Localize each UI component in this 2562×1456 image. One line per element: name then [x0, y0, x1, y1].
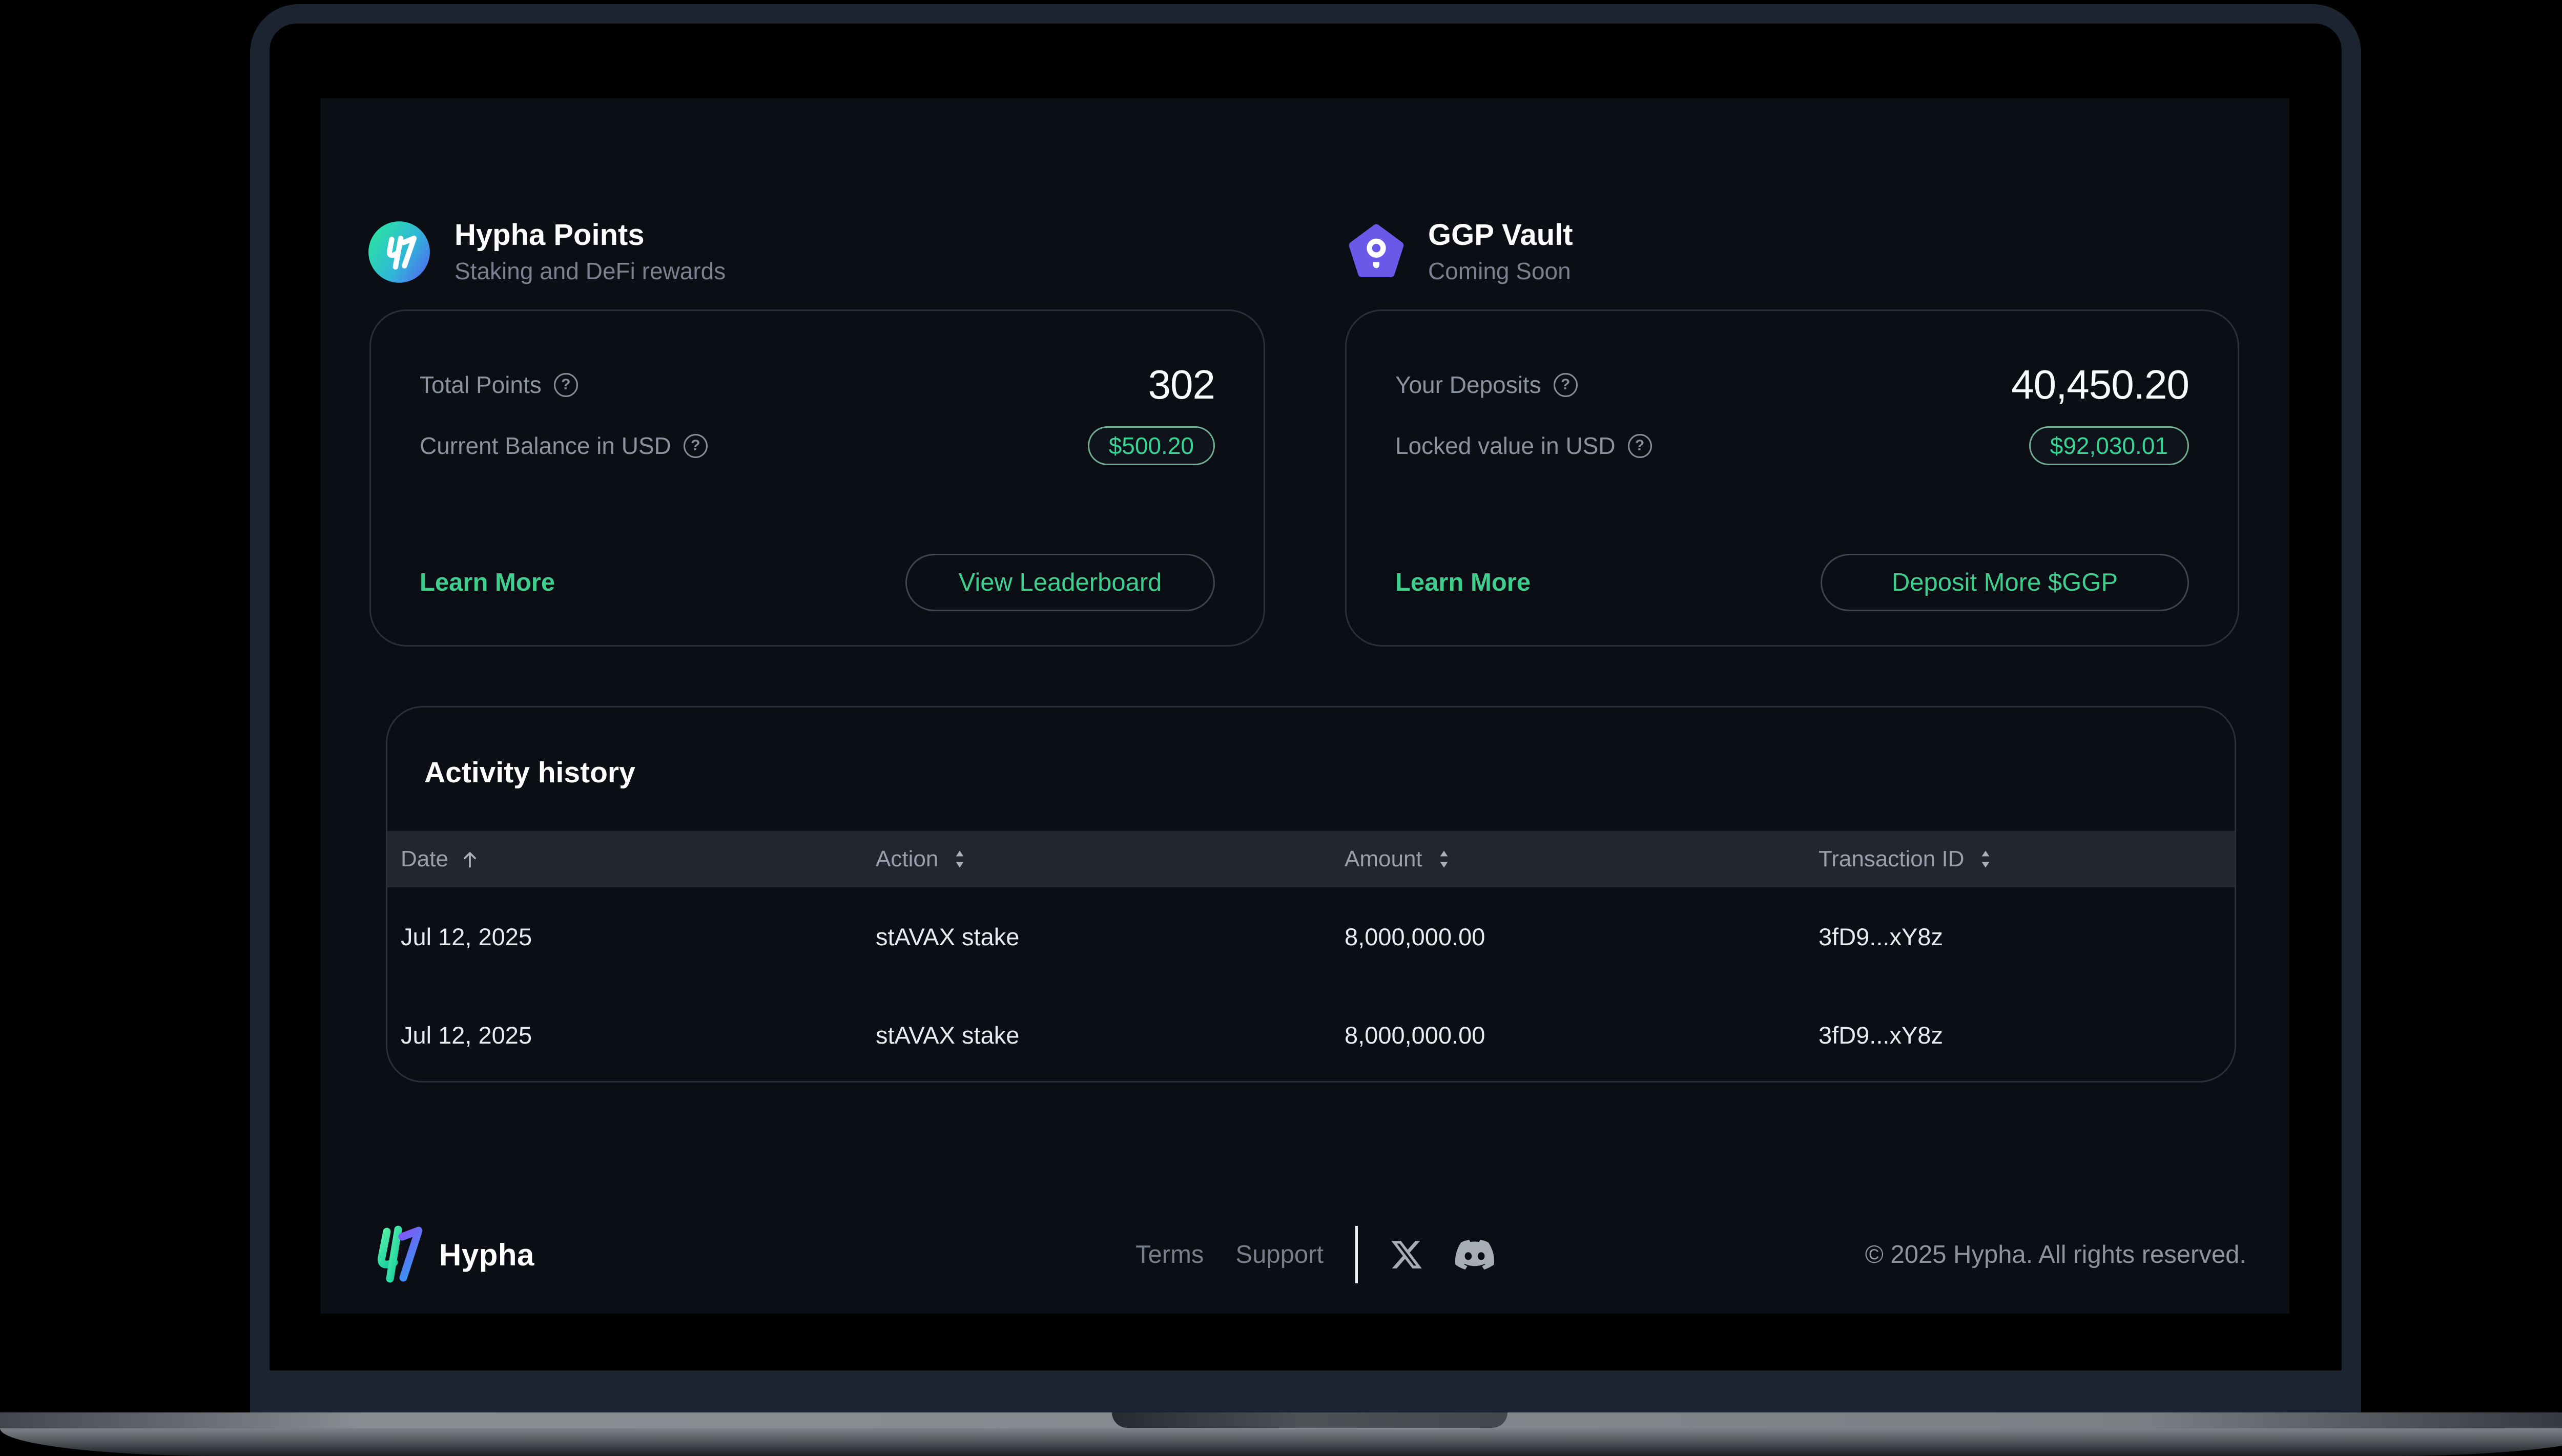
cell-amount: 8,000,000.00 [1345, 923, 1819, 951]
ggp-vault-card: Your Deposits ? 40,450.20 Locked value i… [1345, 309, 2239, 647]
laptop-base-underside [0, 1428, 2562, 1456]
laptop-screen: Hypha Points Staking and DeFi rewards GG… [270, 24, 2342, 1370]
balance-usd-badge: $500.20 [1088, 426, 1215, 465]
column-label: Transaction ID [1819, 846, 1964, 872]
laptop-screen-bezel: Hypha Points Staking and DeFi rewards GG… [250, 4, 2361, 1412]
card-title: GGP Vault [1428, 219, 1573, 252]
hypha-points-actions: Learn More View Leaderboard [420, 554, 1215, 611]
cell-action: stAVAX stake [876, 923, 1345, 951]
help-icon[interactable]: ? [1554, 373, 1578, 397]
activity-history-card: Activity history Date Action [386, 706, 2236, 1083]
column-header-transaction-id[interactable]: Transaction ID [1819, 846, 2235, 872]
hypha-logo-icon [367, 220, 431, 284]
learn-more-link[interactable]: Learn More [420, 568, 555, 597]
ggp-vault-header-text: GGP Vault Coming Soon [1428, 219, 1573, 285]
column-header-amount[interactable]: Amount [1345, 846, 1819, 872]
current-balance-label-group: Current Balance in USD ? [420, 432, 708, 460]
sort-both-icon [1433, 848, 1455, 870]
column-header-date[interactable]: Date [401, 846, 876, 872]
activity-history-title: Activity history [424, 756, 635, 789]
your-deposits-row: Your Deposits ? 40,450.20 [1395, 358, 2189, 411]
support-link[interactable]: Support [1235, 1240, 1324, 1269]
total-points-row: Total Points ? 302 [420, 358, 1215, 411]
terms-link[interactable]: Terms [1135, 1240, 1204, 1269]
sort-both-icon [1974, 848, 1997, 870]
help-icon[interactable]: ? [1628, 434, 1652, 458]
stat-label: Total Points [420, 371, 542, 399]
laptop-base [0, 1412, 2562, 1456]
ggp-vault-icon [1348, 223, 1404, 281]
cell-transaction-id: 3fD9...xY8z [1819, 1021, 2235, 1049]
hypha-points-card: Total Points ? 302 Current Balance in US… [369, 309, 1265, 647]
cell-amount: 8,000,000.00 [1345, 1021, 1819, 1049]
your-deposits-label-group: Your Deposits ? [1395, 371, 1578, 399]
card-subtitle: Staking and DeFi rewards [454, 257, 726, 285]
copyright-text: © 2025 Hypha. All rights reserved. [1865, 1240, 2246, 1269]
stat-label: Your Deposits [1395, 371, 1541, 399]
column-label: Action [876, 846, 938, 872]
ggp-vault-actions: Learn More Deposit More $GGP [1395, 554, 2189, 611]
sort-both-icon [948, 848, 971, 870]
help-icon[interactable]: ? [684, 434, 708, 458]
total-points-label-group: Total Points ? [420, 371, 578, 399]
footer-brand: Hypha [371, 1223, 534, 1286]
deposit-more-ggp-button[interactable]: Deposit More $GGP [1821, 554, 2189, 611]
total-points-value: 302 [1148, 361, 1215, 408]
cell-date: Jul 12, 2025 [401, 923, 876, 951]
hypha-points-header-text: Hypha Points Staking and DeFi rewards [454, 219, 726, 285]
column-header-action[interactable]: Action [876, 846, 1345, 872]
dashboard-page: Hypha Points Staking and DeFi rewards GG… [321, 98, 2289, 1314]
discord-icon[interactable] [1455, 1235, 1494, 1274]
x-twitter-icon[interactable] [1390, 1238, 1423, 1272]
locked-value-label-group: Locked value in USD ? [1395, 432, 1652, 460]
locked-usd-badge: $92,030.01 [2029, 426, 2189, 465]
help-icon[interactable]: ? [554, 373, 578, 397]
column-label: Amount [1345, 846, 1422, 872]
hypha-points-header: Hypha Points Staking and DeFi rewards [367, 219, 726, 285]
column-label: Date [401, 846, 448, 872]
ggp-vault-header: GGP Vault Coming Soon [1348, 219, 1573, 285]
card-title: Hypha Points [454, 219, 726, 252]
sort-asc-icon [459, 848, 481, 870]
footer-links: Terms Support [1135, 1226, 1494, 1283]
laptop-base-lip [0, 1412, 2562, 1428]
table-row: Jul 12, 2025 stAVAX stake 8,000,000.00 3… [387, 986, 2235, 1083]
locked-value-row: Locked value in USD ? $92,030.01 [1395, 423, 2189, 469]
cell-action: stAVAX stake [876, 1021, 1345, 1049]
stat-label: Locked value in USD [1395, 432, 1616, 460]
laptop-base-notch [1112, 1412, 1507, 1428]
your-deposits-value: 40,450.20 [2011, 361, 2189, 408]
footer-divider [1355, 1226, 1358, 1283]
hypha-footer-logo-icon [371, 1223, 425, 1286]
cell-date: Jul 12, 2025 [401, 1021, 876, 1049]
stat-label: Current Balance in USD [420, 432, 671, 460]
view-leaderboard-button[interactable]: View Leaderboard [905, 554, 1215, 611]
footer-brand-name: Hypha [439, 1237, 534, 1273]
table-row: Jul 12, 2025 stAVAX stake 8,000,000.00 3… [387, 887, 2235, 986]
card-subtitle: Coming Soon [1428, 257, 1573, 285]
current-balance-row: Current Balance in USD ? $500.20 [420, 423, 1215, 469]
cell-transaction-id: 3fD9...xY8z [1819, 923, 2235, 951]
learn-more-link[interactable]: Learn More [1395, 568, 1531, 597]
activity-table-header: Date Action Amount [387, 831, 2235, 887]
